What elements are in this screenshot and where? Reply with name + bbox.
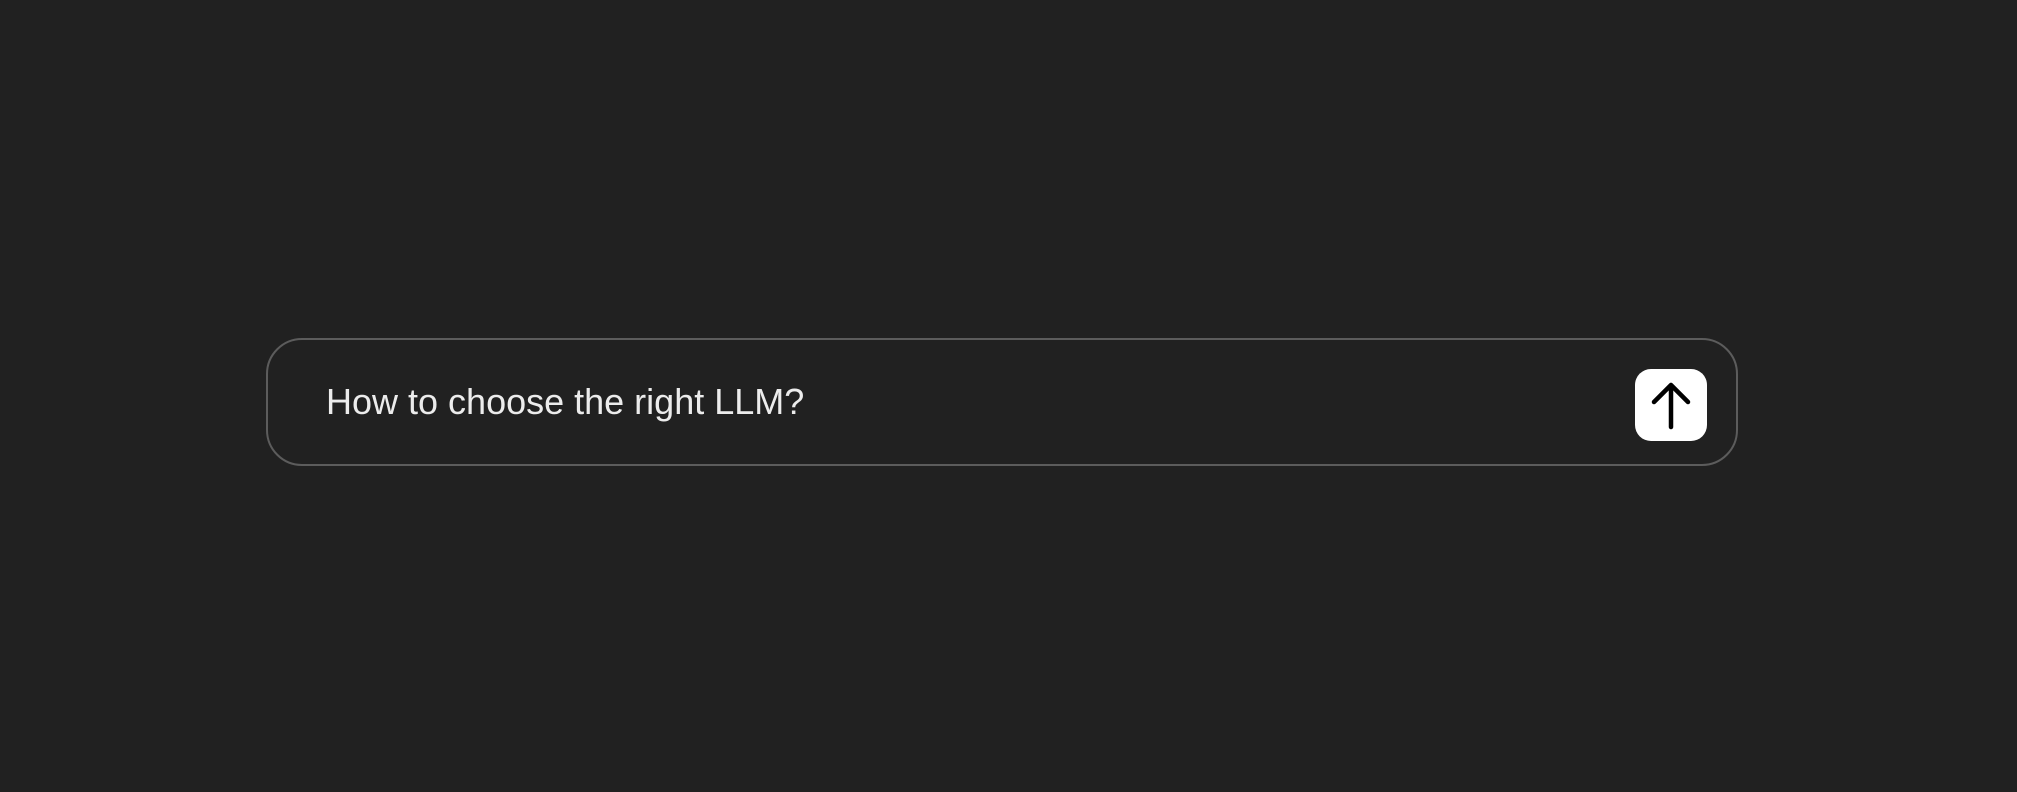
prompt-input-container[interactable]: How to choose the right LLM? <box>266 338 1738 466</box>
send-button[interactable] <box>1635 369 1707 441</box>
prompt-input[interactable]: How to choose the right LLM? <box>326 340 804 464</box>
arrow-up-icon <box>1651 382 1691 430</box>
